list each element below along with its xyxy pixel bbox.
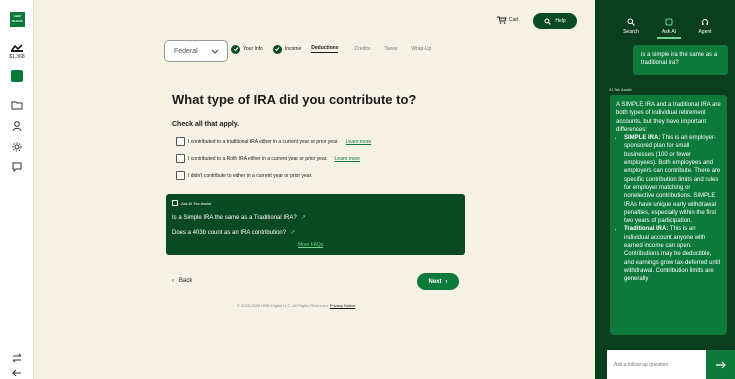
faq-403b[interactable]: Does a 403b count as an IRA contribution… [172, 229, 296, 237]
search-icon [627, 18, 635, 26]
option-label: I contributed to a traditional IRA eithe… [188, 138, 339, 145]
checkbox[interactable] [176, 171, 185, 180]
assist-header-label: Ask AI Tax Assist [181, 200, 212, 206]
help-label: Help [555, 18, 566, 24]
step-label: Taxes [384, 46, 398, 52]
answer-text: This is an employer-sponsored plan for s… [624, 135, 721, 225]
option-roth-ira[interactable]: I contributed to a Roth IRA either in a … [176, 154, 360, 163]
return-type-select[interactable]: Federal [164, 40, 228, 62]
search-icon [544, 18, 552, 25]
instructions: Check all that apply. [172, 121, 240, 128]
next-button[interactable]: Next › [417, 273, 459, 290]
step-credits[interactable]: Credits [354, 46, 370, 52]
step-deductions[interactable]: Deductions [311, 45, 339, 53]
chevron-left-icon: ‹ [172, 278, 174, 284]
check-circle-icon [272, 44, 282, 54]
check-circle-icon [231, 44, 240, 54]
option-label: I contributed to a Roth IRA either in a … [188, 155, 328, 162]
answer-list: SIMPLE IRA: This is an employer-sponsore… [624, 134, 721, 283]
follow-up-input[interactable]: Ask a follow-up question [607, 350, 706, 379]
checkbox[interactable] [176, 137, 185, 146]
tab-agent[interactable]: Agent [687, 18, 723, 35]
option-no-contribution[interactable]: I didn't contribute to either in a curre… [176, 171, 312, 180]
left-rail: H&R BLOCK $1,368 [0, 0, 34, 379]
cart-label: Cart [509, 17, 519, 23]
privacy-notice-link[interactable]: Privacy Notice [330, 303, 356, 308]
chevron-right-icon: › [445, 278, 448, 285]
chat-icon[interactable] [11, 161, 23, 173]
tab-ask-ai[interactable]: Ask AI [651, 18, 687, 39]
cart-icon [497, 16, 507, 24]
option-traditional-ira[interactable]: I contributed to a traditional IRA eithe… [176, 137, 371, 146]
arrow-up-right-icon: ↗ [300, 215, 306, 221]
answer-item-traditional-ira: Traditional IRA: This is an individual a… [624, 225, 721, 283]
copyright-text: © 2025-2026 HRB Digital LLC. All Rights … [237, 303, 329, 308]
next-label: Next [428, 278, 442, 285]
green-square-icon[interactable] [11, 70, 23, 82]
tab-label: Ask AI [661, 29, 677, 35]
faq-simple-ira[interactable]: Is a Simple IRA the same as a Traditiona… [172, 214, 306, 222]
step-label: Your Info [243, 46, 263, 52]
step-wrap-up[interactable]: Wrap-Up [411, 46, 431, 52]
answer-item-simple-ira: SIMPLE IRA: This is an employer-sponsore… [624, 134, 721, 225]
learn-more-link[interactable]: Learn more [346, 139, 372, 145]
tab-label: Agent [698, 29, 712, 35]
folder-icon[interactable] [11, 99, 23, 111]
ai-assist-card: Ask AI Tax Assist Is a Simple IRA the sa… [166, 194, 465, 255]
ai-answer: A SIMPLE IRA and a traditional IRA are b… [610, 95, 727, 335]
faq-text: Does a 403b count as an IRA contribution… [172, 229, 287, 236]
refund-amount: $1,368 [9, 54, 25, 60]
send-button[interactable] [706, 350, 735, 379]
step-label: Wrap-Up [411, 46, 432, 52]
option-label: I didn't contribute to either in a curre… [188, 172, 313, 179]
refund-icon [11, 44, 23, 52]
ai-assist-label: AI Tax Assist [609, 87, 632, 92]
progress-steps: Your Info Income Deductions Credits Taxe… [231, 42, 441, 56]
faq-text: Is a Simple IRA the same as a Traditiona… [172, 214, 297, 221]
headset-icon [702, 19, 708, 25]
return-type-value: Federal [174, 47, 198, 55]
arrow-up-right-icon: ↗ [290, 230, 296, 236]
assist-header: Ask AI Tax Assist [172, 200, 211, 206]
step-your-info[interactable]: Your Info [231, 44, 263, 54]
step-taxes[interactable]: Taxes [384, 46, 397, 52]
answer-intro: A SIMPLE IRA and a traditional IRA are b… [616, 102, 721, 133]
switch-icon[interactable] [11, 352, 23, 364]
step-label: Deductions [311, 45, 339, 53]
logo-text: H&R BLOCK [12, 14, 23, 23]
arrow-right-icon [715, 361, 726, 368]
answer-term: Traditional IRA: [624, 226, 669, 233]
back-button[interactable]: ‹ Back [172, 278, 192, 284]
step-label: Income [284, 46, 302, 52]
answer-text: This is an individual account anyone wit… [624, 226, 721, 283]
footer: © 2025-2026 HRB Digital LLC. All Rights … [237, 303, 355, 308]
ai-icon [172, 200, 178, 206]
tab-label: Search [623, 29, 639, 35]
panel-tabs: Search Ask AI Agent [595, 0, 735, 46]
user-question-bubble: is a simple ira the same as a traditiona… [633, 45, 728, 75]
learn-more-link[interactable]: Learn more [335, 156, 361, 162]
tab-search[interactable]: Search [613, 18, 649, 35]
logo[interactable]: H&R BLOCK [10, 12, 25, 27]
refund-meter[interactable]: $1,368 [6, 44, 28, 60]
page-title: What type of IRA did you contribute to? [172, 92, 417, 107]
more-faqs-link[interactable]: More FAQs [298, 242, 323, 248]
help-button[interactable]: Help [533, 13, 577, 29]
person-icon[interactable] [11, 120, 23, 132]
answer-term: SIMPLE IRA: [624, 135, 661, 142]
checkbox[interactable] [176, 154, 185, 163]
ai-icon [665, 18, 673, 26]
gear-icon[interactable] [11, 141, 23, 153]
step-label: Credits [354, 46, 371, 52]
logout-icon[interactable] [11, 367, 23, 379]
step-income[interactable]: Income [272, 44, 302, 54]
back-label: Back [179, 278, 193, 284]
cart-button[interactable]: Cart [497, 16, 518, 24]
chevron-down-icon [211, 49, 219, 54]
